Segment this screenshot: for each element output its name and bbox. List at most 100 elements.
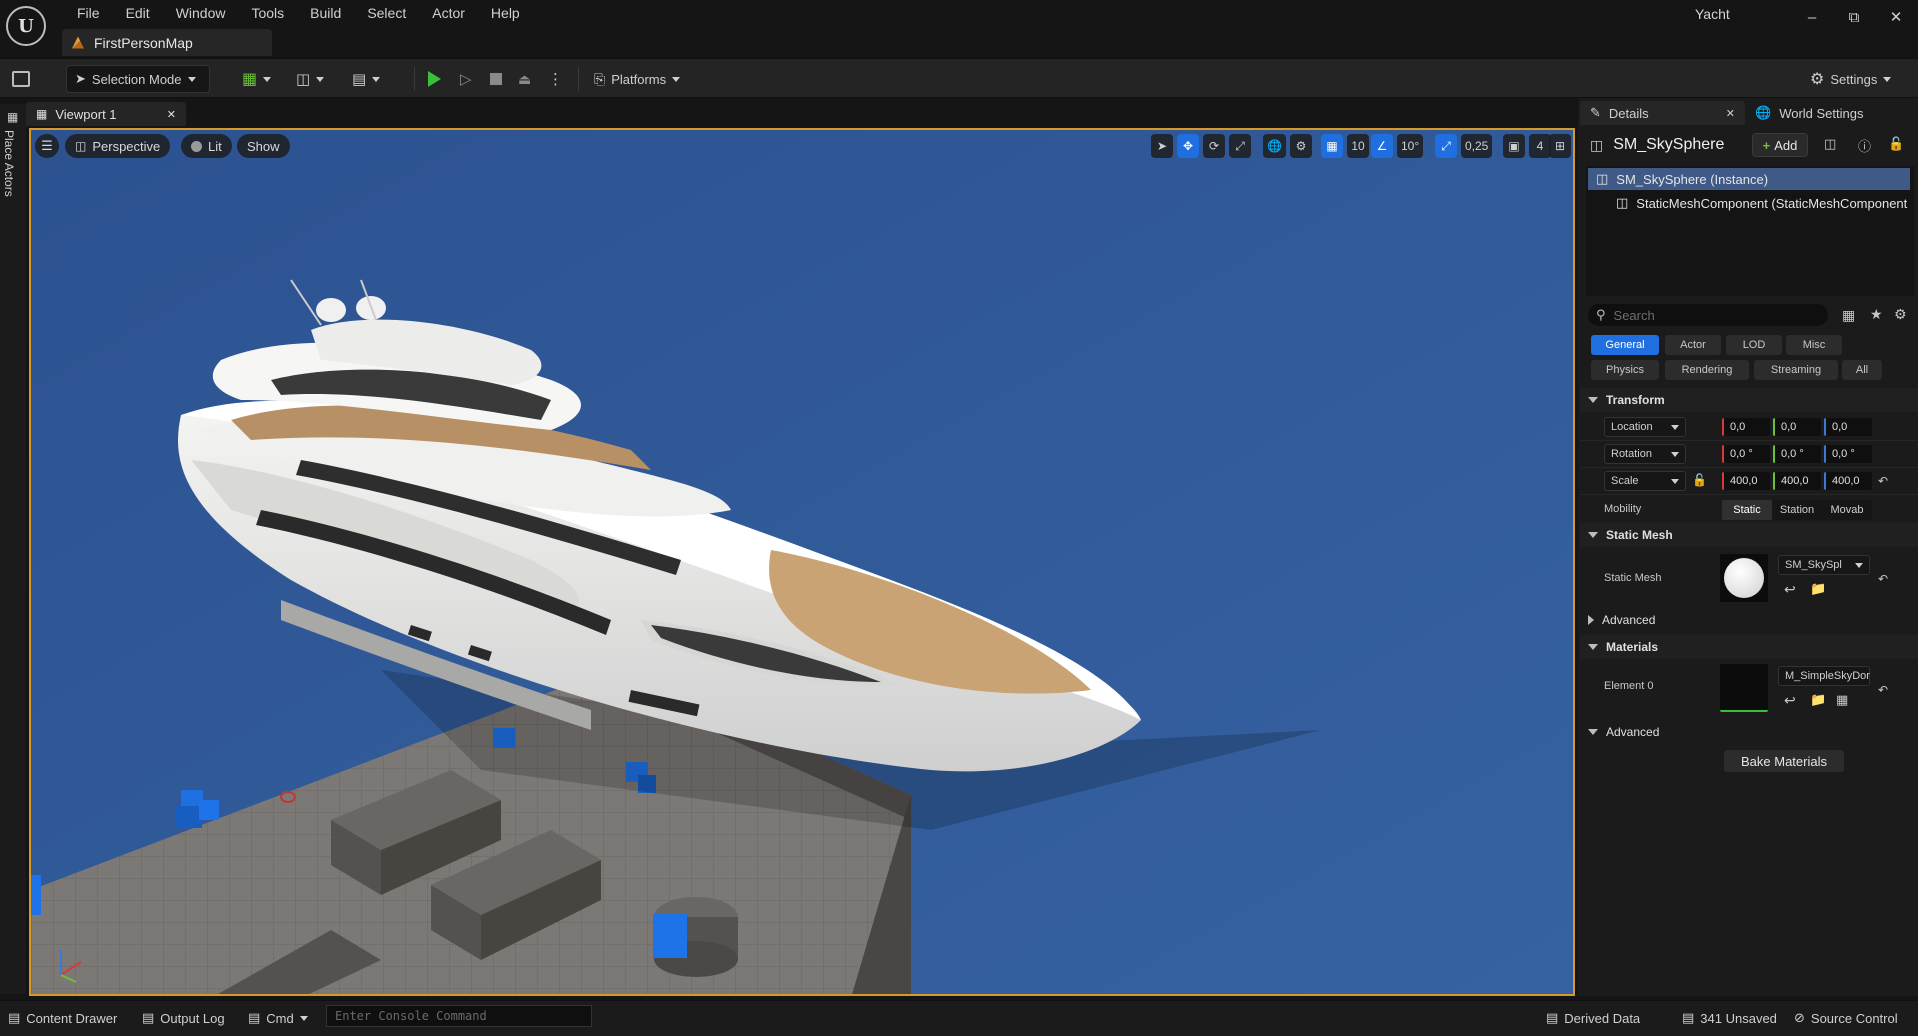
- location-x-field[interactable]: 0,0: [1722, 418, 1770, 436]
- play-options-button[interactable]: ⋮: [548, 65, 563, 93]
- camera-icon[interactable]: ▣: [1503, 134, 1525, 158]
- grid-icon[interactable]: ▦: [1321, 134, 1343, 158]
- location-z-field[interactable]: 0,0: [1824, 418, 1872, 436]
- unreal-logo-icon[interactable]: U: [6, 6, 46, 46]
- derived-data-button[interactable]: ▤ Derived Data: [1546, 1006, 1640, 1030]
- selection-mode-dropdown[interactable]: ➤ Selection Mode: [66, 65, 210, 93]
- blueprint-button[interactable]: ◫: [296, 65, 325, 93]
- eject-button[interactable]: ⏏: [518, 65, 531, 93]
- step-button[interactable]: ▷: [460, 65, 472, 93]
- component-row-root[interactable]: ◫ SM_SkySphere (Instance): [1588, 168, 1910, 190]
- menu-actor[interactable]: Actor: [419, 2, 478, 24]
- table-view-icon[interactable]: ▦: [1842, 307, 1855, 324]
- menu-window[interactable]: Window: [163, 2, 239, 24]
- cinematics-button[interactable]: ▤: [352, 65, 381, 93]
- rotation-z-field[interactable]: 0,0 °: [1824, 445, 1872, 463]
- add-component-button[interactable]: + Add: [1752, 133, 1808, 157]
- menu-select[interactable]: Select: [354, 2, 419, 24]
- surface-snap-icon[interactable]: ⚙: [1289, 134, 1312, 158]
- viewport-scene[interactable]: [31, 130, 1575, 996]
- material-options-icon[interactable]: ▦: [1836, 692, 1848, 708]
- reset-icon[interactable]: ↶: [1878, 572, 1888, 586]
- bake-materials-button[interactable]: Bake Materials: [1724, 750, 1844, 772]
- filter-all[interactable]: All: [1842, 360, 1882, 380]
- console-input[interactable]: Enter Console Command: [326, 1005, 592, 1027]
- filter-actor[interactable]: Actor: [1665, 335, 1721, 355]
- scale-snap-icon[interactable]: ⤢: [1435, 134, 1457, 158]
- rotation-dropdown[interactable]: Rotation: [1604, 444, 1686, 464]
- details-search-input[interactable]: ⚲ Search: [1588, 304, 1828, 326]
- rotation-snap-control[interactable]: ∠ 10°: [1371, 134, 1424, 158]
- unsaved-button[interactable]: ▤ 341 Unsaved: [1682, 1006, 1777, 1030]
- stop-button[interactable]: [490, 65, 502, 93]
- tab-details[interactable]: ✎ Details ✕: [1580, 101, 1745, 125]
- output-log-button[interactable]: ▤ Output Log: [142, 1006, 225, 1030]
- layout-control[interactable]: ⊞: [1549, 134, 1571, 158]
- viewport-tab[interactable]: ▦ Viewport 1 ✕: [26, 102, 186, 126]
- rotation-snap-value[interactable]: 10°: [1397, 134, 1424, 158]
- filter-rendering[interactable]: Rendering: [1665, 360, 1749, 380]
- scale-dropdown[interactable]: Scale: [1604, 471, 1686, 491]
- filter-lod[interactable]: LOD: [1726, 335, 1782, 355]
- star-icon[interactable]: ★: [1870, 306, 1883, 323]
- scale-snap-control[interactable]: ⤢ 0,25: [1435, 134, 1493, 158]
- add-content-button[interactable]: ▦: [242, 65, 272, 93]
- rotate-tool-icon[interactable]: ⟳: [1203, 134, 1225, 158]
- scale-lock-icon[interactable]: 🔓: [1692, 473, 1707, 487]
- scale-x-field[interactable]: 400,0: [1722, 472, 1770, 490]
- close-icon[interactable]: ✕: [1726, 107, 1735, 120]
- location-dropdown[interactable]: Location: [1604, 417, 1686, 437]
- component-row-static-mesh[interactable]: ◫ StaticMeshComponent (StaticMeshCompone…: [1616, 192, 1912, 214]
- reset-icon[interactable]: ↶: [1878, 474, 1888, 488]
- save-button[interactable]: [12, 65, 30, 93]
- scale-tool-icon[interactable]: ⤢: [1229, 134, 1251, 158]
- menu-tools[interactable]: Tools: [238, 2, 297, 24]
- scale-y-field[interactable]: 400,0: [1773, 472, 1821, 490]
- source-control-button[interactable]: ⊘ Source Control: [1794, 1006, 1898, 1030]
- scale-snap-value[interactable]: 0,25: [1461, 134, 1493, 158]
- menu-help[interactable]: Help: [478, 2, 533, 24]
- rotation-x-field[interactable]: 0,0 °: [1722, 445, 1770, 463]
- use-selected-icon[interactable]: ↩: [1784, 581, 1796, 598]
- camera-speed-control[interactable]: ▣ 4: [1503, 134, 1551, 158]
- viewport-options-button[interactable]: ☰: [35, 134, 59, 158]
- platforms-dropdown[interactable]: ⎘ Platforms: [594, 65, 681, 93]
- static-mesh-thumbnail[interactable]: [1720, 554, 1768, 602]
- tab-world-settings[interactable]: 🌐 World Settings: [1745, 101, 1873, 125]
- play-button[interactable]: [428, 65, 441, 93]
- perspective-button[interactable]: ◫ Perspective: [65, 134, 171, 158]
- grid-snap-value[interactable]: 10: [1347, 134, 1369, 158]
- location-y-field[interactable]: 0,0: [1773, 418, 1821, 436]
- material-picker[interactable]: M_SimpleSkyDor: [1778, 666, 1870, 686]
- place-actors-tab[interactable]: Place Actors: [2, 130, 16, 197]
- help-icon[interactable]: ⓘ: [1858, 136, 1871, 155]
- close-icon[interactable]: ✕: [167, 108, 186, 121]
- filter-streaming[interactable]: Streaming: [1754, 360, 1838, 380]
- menu-file[interactable]: File: [64, 2, 113, 24]
- filter-misc[interactable]: Misc: [1786, 335, 1842, 355]
- filter-general[interactable]: General: [1591, 335, 1659, 355]
- cmd-dropdown[interactable]: ▤ Cmd: [248, 1006, 308, 1030]
- level-viewport[interactable]: ☰ ◫ Perspective Lit Show ➤ ✥ ⟳ ⤢ 🌐 ⚙ ▦ 1…: [29, 128, 1575, 996]
- reset-icon[interactable]: ↶: [1878, 683, 1888, 697]
- transform-section-header[interactable]: Transform: [1580, 388, 1918, 412]
- lock-icon[interactable]: 🔓: [1888, 136, 1904, 152]
- minimize-icon[interactable]: –: [1796, 4, 1828, 30]
- camera-speed-value[interactable]: 4: [1529, 134, 1551, 158]
- menu-edit[interactable]: Edit: [113, 2, 163, 24]
- filter-physics[interactable]: Physics: [1591, 360, 1659, 380]
- advanced-section-2[interactable]: Advanced: [1580, 720, 1918, 744]
- browse-icon[interactable]: 📁: [1810, 581, 1826, 597]
- mobility-movable[interactable]: Movab: [1822, 500, 1872, 520]
- layout-icon[interactable]: ⊞: [1549, 134, 1571, 158]
- world-space-icon[interactable]: 🌐: [1263, 134, 1286, 158]
- scale-z-field[interactable]: 400,0: [1824, 472, 1872, 490]
- content-drawer-button[interactable]: ▤ Content Drawer: [8, 1006, 117, 1030]
- use-selected-icon[interactable]: ↩: [1784, 692, 1796, 709]
- restore-icon[interactable]: ⧉: [1838, 4, 1870, 30]
- advanced-section-1[interactable]: Advanced: [1580, 608, 1918, 632]
- place-actors-icon[interactable]: ▦: [7, 110, 18, 124]
- materials-section-header[interactable]: Materials: [1580, 635, 1918, 659]
- browse-icon[interactable]: 📁: [1810, 692, 1826, 708]
- translate-tool-icon[interactable]: ✥: [1177, 134, 1199, 158]
